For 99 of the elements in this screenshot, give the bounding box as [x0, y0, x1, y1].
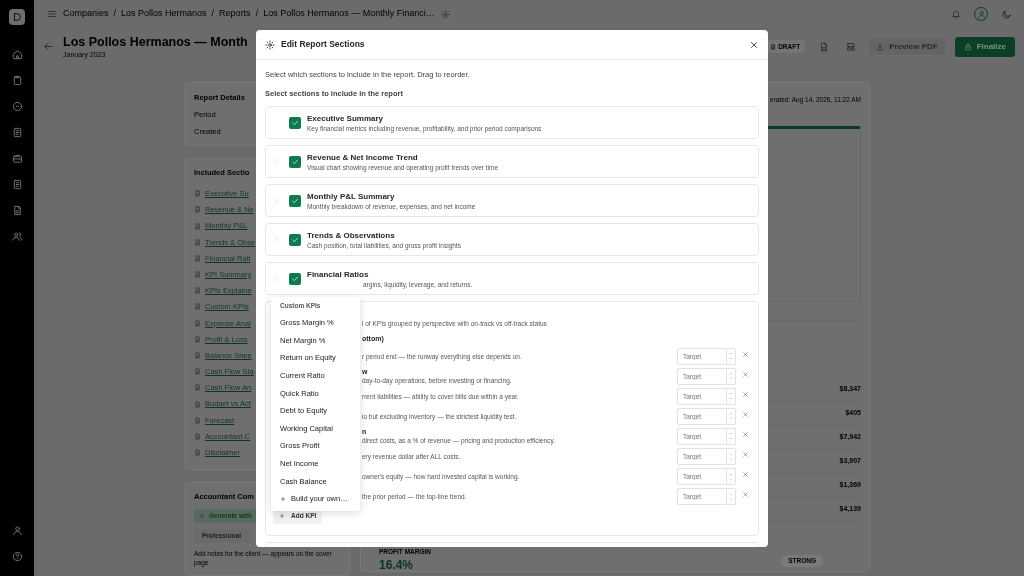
- file-icon: [770, 43, 777, 50]
- users-icon[interactable]: [11, 231, 23, 242]
- chevron-down-icon: [728, 376, 734, 382]
- remove-icon[interactable]: [742, 491, 749, 499]
- breadcrumb-link[interactable]: Companies: [63, 7, 109, 21]
- breadcrumb-link[interactable]: Reports: [219, 7, 251, 21]
- breadcrumb-separator: /: [113, 7, 117, 21]
- remove-icon[interactable]: [742, 430, 749, 438]
- user-icon[interactable]: [11, 525, 23, 536]
- gauge-icon[interactable]: [11, 101, 23, 112]
- breadcrumb-separator: /: [211, 7, 215, 21]
- remove-icon[interactable]: [742, 451, 749, 458]
- number-stepper[interactable]: [727, 448, 736, 465]
- chevron-up-icon: [728, 371, 734, 377]
- file-add-icon[interactable]: [819, 41, 830, 52]
- metric-value: 16.4%: [379, 558, 414, 571]
- chevron-up-icon: [728, 411, 734, 417]
- chevron-up-icon: [728, 431, 734, 437]
- file-icon: [194, 271, 201, 279]
- file-icon: [194, 400, 201, 408]
- section-checkbox[interactable]: [289, 194, 301, 207]
- preview-pdf-button[interactable]: Preview PDF: [868, 37, 946, 57]
- file-icon: [194, 206, 201, 214]
- layout-icon[interactable]: [846, 41, 857, 52]
- finalize-button[interactable]: Finalize: [954, 36, 1015, 57]
- chevron-up-icon: [728, 471, 734, 477]
- number-stepper[interactable]: [727, 488, 736, 506]
- file-icon: [194, 287, 201, 295]
- chevron-up-icon: [728, 391, 734, 397]
- report-title: Los Pollos Hermanos — Month: [63, 33, 248, 50]
- file-icon[interactable]: [11, 205, 23, 216]
- check-icon: [291, 196, 299, 205]
- document-icon[interactable]: [11, 127, 23, 138]
- download-icon: [876, 42, 885, 51]
- file-icon: [194, 384, 201, 392]
- file-icon: [194, 416, 201, 424]
- section-checkbox[interactable]: [289, 233, 301, 246]
- section-title: Financial Ratios: [307, 268, 370, 280]
- number-stepper[interactable]: [727, 468, 736, 486]
- section-title: Executive Summary: [307, 112, 385, 124]
- remove-icon[interactable]: [742, 410, 749, 418]
- chevron-up-icon: [728, 351, 734, 357]
- section-checkbox[interactable]: [289, 155, 301, 168]
- dialog-title: Edit Report Sections: [281, 38, 365, 51]
- notification-bell-icon[interactable]: [951, 9, 961, 20]
- number-stepper[interactable]: [727, 427, 736, 445]
- chevron-up-icon: [728, 491, 734, 497]
- remove-icon[interactable]: [742, 390, 749, 398]
- close-icon[interactable]: [749, 39, 759, 50]
- breadcrumb-link[interactable]: Los Pollos Hermanos — Monthly Financi…: [263, 7, 435, 21]
- chevron-down-icon: [728, 416, 734, 422]
- remove-icon[interactable]: [742, 350, 749, 358]
- number-stepper[interactable]: [727, 367, 736, 385]
- file-icon: [194, 238, 201, 246]
- file-icon: [194, 319, 201, 327]
- file-icon: [194, 335, 201, 343]
- check-icon: [291, 157, 299, 166]
- home-icon[interactable]: [11, 49, 23, 60]
- chevron-down-icon: [728, 456, 734, 462]
- plus-icon: [280, 495, 286, 502]
- chevron-down-icon: [728, 496, 734, 502]
- clipboard-icon[interactable]: [11, 75, 23, 86]
- chevron-down-icon: [728, 436, 734, 442]
- help-icon[interactable]: [11, 551, 23, 562]
- briefcase-icon[interactable]: [11, 153, 23, 164]
- section-checkbox[interactable]: [289, 272, 301, 285]
- file-icon: [194, 254, 201, 262]
- number-stepper[interactable]: [727, 407, 736, 425]
- breadcrumb-link[interactable]: Los Pollos Hermanos: [121, 7, 207, 21]
- file-icon: [194, 303, 201, 311]
- file-icon: [194, 449, 201, 457]
- check-icon: [291, 274, 299, 283]
- back-arrow-icon[interactable]: [43, 41, 54, 53]
- remove-icon[interactable]: [742, 471, 749, 479]
- file-icon: [194, 222, 201, 230]
- chevron-down-icon: [728, 396, 734, 402]
- section-title: Revenue & Net Income Trend: [307, 151, 419, 163]
- file-icon: [194, 352, 201, 360]
- file-icon: [194, 368, 201, 376]
- user-icon: [976, 9, 986, 19]
- chevron-up-icon: [728, 451, 734, 457]
- chevron-down-icon: [728, 476, 734, 482]
- section-title: Monthly P&L Summary: [307, 190, 396, 202]
- number-stepper[interactable]: [727, 347, 736, 365]
- menu-icon[interactable]: [47, 9, 57, 20]
- check-icon: [291, 235, 299, 244]
- plus-icon: [279, 513, 285, 520]
- check-icon: [291, 118, 299, 127]
- moon-icon[interactable]: [1001, 8, 1012, 20]
- file-icon: [194, 432, 201, 440]
- report-icon[interactable]: [11, 179, 23, 190]
- section-checkbox[interactable]: [289, 116, 301, 129]
- chevron-down-icon: [728, 356, 734, 362]
- remove-icon[interactable]: [742, 370, 749, 378]
- number-stepper[interactable]: [727, 387, 736, 405]
- file-icon: [194, 190, 201, 198]
- section-title: Trends & Observations: [307, 229, 396, 241]
- lock-icon: [963, 42, 972, 51]
- breadcrumb-separator: /: [255, 7, 259, 21]
